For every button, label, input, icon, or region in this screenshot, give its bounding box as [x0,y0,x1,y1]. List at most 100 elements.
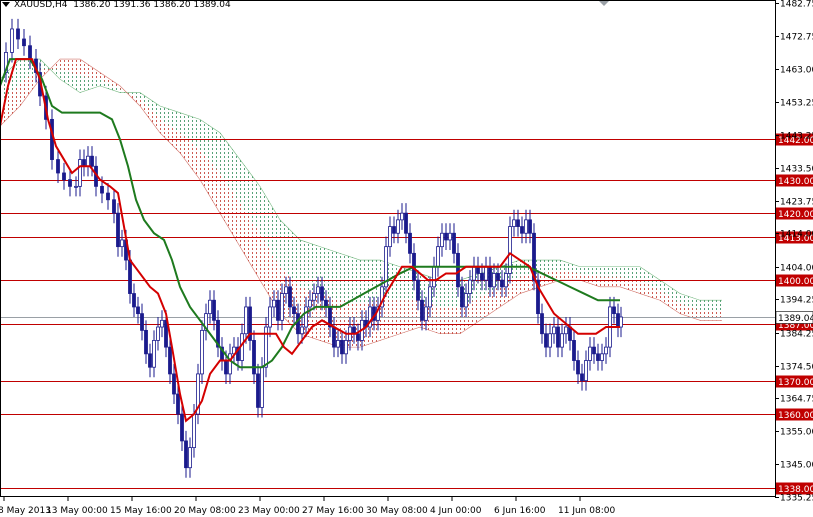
time-label-6: 30 May 08:00 [366,506,428,516]
price-candle [156,326,160,341]
current-price-label: 1389.04 [778,314,813,324]
price-candle [468,279,472,294]
price-candle [484,266,488,281]
price-tick-label-6: 1423.75 [780,198,813,208]
price-candle [500,279,504,288]
price-candle [244,306,248,335]
price-candle [172,373,176,395]
price-candle [260,366,264,408]
price-candle [580,373,584,382]
price-candle [448,232,452,241]
price-candle [592,346,596,355]
price-candle [112,199,116,214]
price-candle [78,159,82,187]
price-candle [116,212,120,248]
time-label-0: 8 May 2013 [0,506,51,516]
price-candle [324,299,328,308]
price-candle [62,172,66,181]
price-candle [10,28,14,53]
price-candle [316,286,320,294]
price-candle [512,219,516,227]
price-candle [552,326,556,335]
price-candle [300,326,304,335]
price-candle [268,306,272,328]
price-candle [292,306,296,315]
price-candle [584,360,588,382]
level-label-6: 1370.00 [778,378,813,388]
price-candle [212,299,216,321]
price-candle [228,353,232,375]
indicator-lines [0,58,620,423]
price-candle [604,346,608,355]
price-tick-label-7: 1414.00 [780,230,813,240]
price-candle [496,273,500,281]
price-candle [612,306,616,315]
price-candle [86,155,90,167]
price-candle [404,212,408,234]
price-candle [284,286,288,294]
price-candle [74,185,78,188]
price-candle [560,333,564,348]
price-candle [160,319,164,328]
price-candle [28,45,32,60]
level-label-4: 1400.00 [778,277,813,287]
price-candle [168,346,172,375]
price-tick-label-4: 1443.25 [780,132,813,142]
price-candle [420,299,424,321]
price-candle [132,293,136,308]
price-candle [90,155,94,167]
price-candle [460,286,464,308]
time-label-7: 4 Jun 00:00 [430,506,482,516]
price-candle [544,333,548,348]
price-tick-label-13: 1355.00 [780,428,813,438]
price-candle [600,353,604,361]
price-candle [148,353,152,368]
price-candle [540,313,544,335]
price-candle [140,313,144,331]
price-candle [480,273,484,281]
level-label-1: 1430.00 [778,177,813,187]
price-candle [304,306,308,328]
price-candle [424,306,428,321]
price-candle [492,273,496,288]
price-candle [144,329,148,355]
price-candle [416,279,420,301]
price-candle [336,340,340,348]
price-candle [428,286,432,308]
price-tick-label-1: 1472.75 [780,33,813,43]
price-candle [152,340,156,368]
price-candle [332,326,336,348]
time-label-4: 23 May 00:00 [238,506,300,516]
level-label-2: 1420.00 [778,210,813,220]
price-candle [68,179,72,187]
plot-frame [0,0,776,497]
price-candle [280,293,284,321]
price-candle [22,38,26,47]
price-chart[interactable]: 1442.001430.001420.001413.001400.001387.… [0,0,813,517]
price-candle [340,340,344,355]
price-candle [136,306,140,315]
price-candle [100,185,104,194]
level-label-7: 1360.00 [778,411,813,421]
price-candle [616,313,620,328]
price-candle [192,413,196,448]
price-candle [120,239,124,248]
price-candle [452,232,456,254]
price-candle [564,326,568,335]
time-label-3: 20 May 08:00 [174,506,236,516]
price-candle [296,313,300,335]
price-candle [106,192,110,201]
time-label-1: 13 May 00:00 [46,506,108,516]
price-candle [82,159,86,167]
price-candle [276,299,280,321]
price-tick-label-12: 1364.75 [780,395,813,405]
price-candle [188,447,192,469]
price-candle [200,329,204,375]
price-candle [472,266,476,281]
price-candle [392,226,396,234]
price-candle [344,340,348,355]
price-candle [456,252,460,288]
price-candle [576,360,580,375]
price-candle [408,232,412,254]
price-tick-label-9: 1394.25 [780,296,813,306]
